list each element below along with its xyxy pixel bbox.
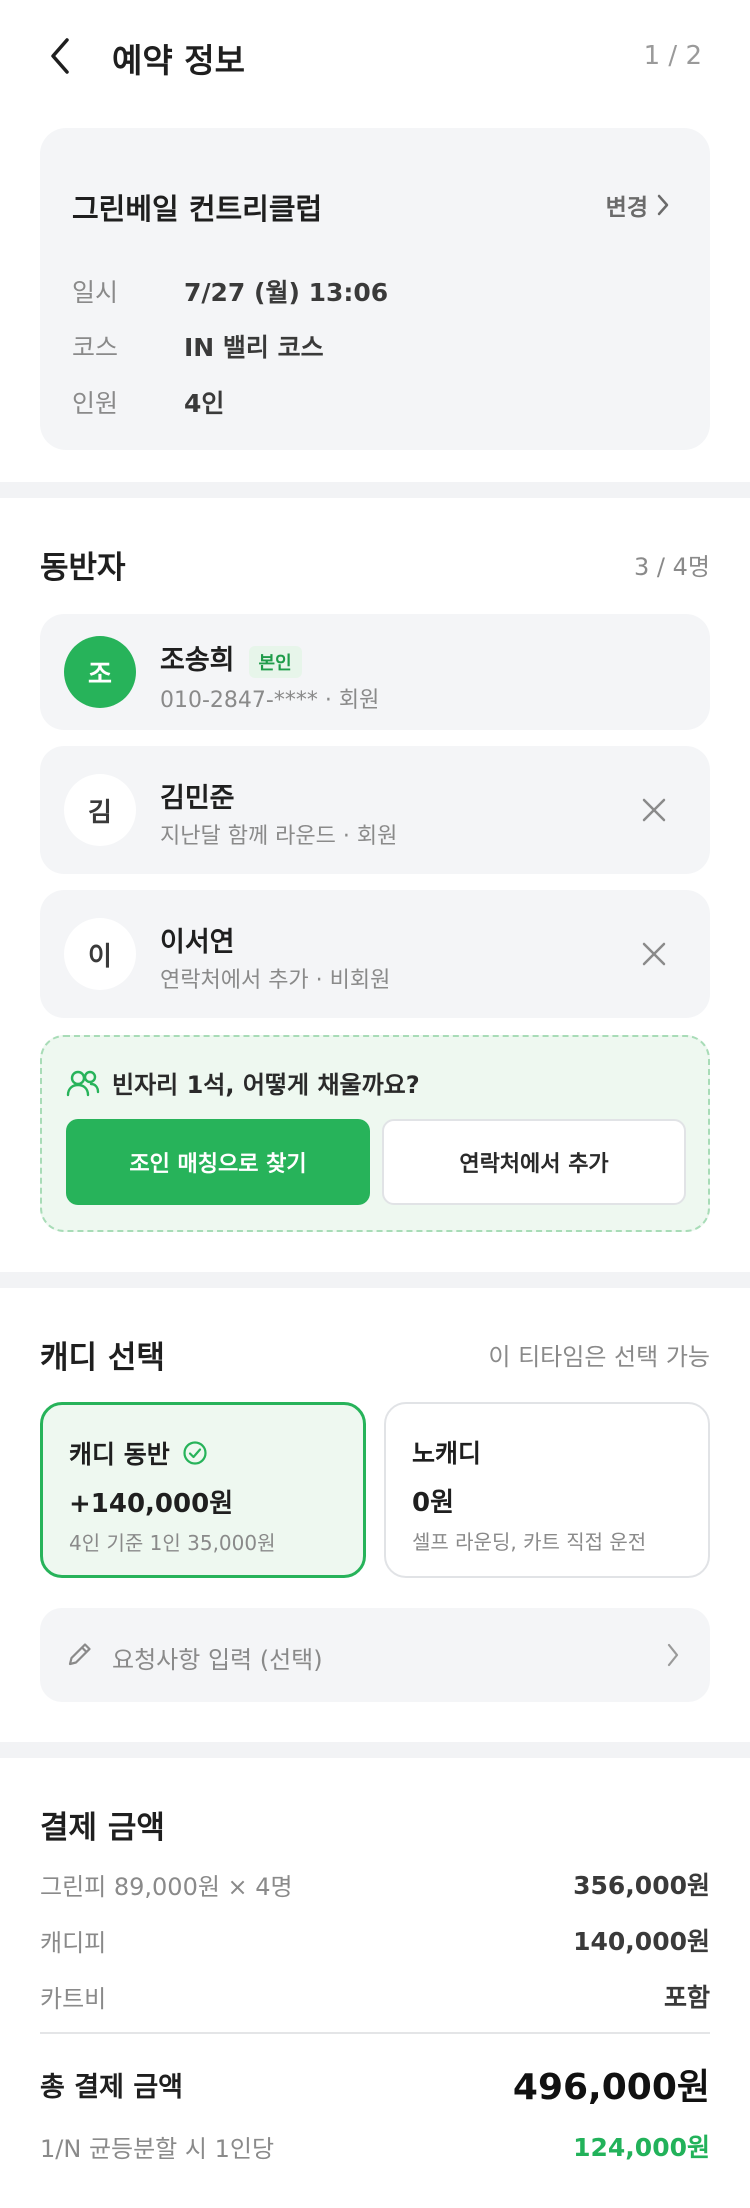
step-indicator: 1 / 2 <box>643 41 702 71</box>
caddie-option-with[interactable]: 캐디 동반 +140,000원 4인 기준 1인 35,000원 <box>40 1402 366 1578</box>
payment-per-person-row: 1/N 균등분할 시 1인당 124,000원 <box>40 2128 710 2164</box>
payment-value: 140,000원 <box>573 1927 710 1956</box>
chevron-right-icon <box>657 194 669 216</box>
option-price: 0원 <box>412 1488 455 1518</box>
info-value: 4인 <box>184 389 225 418</box>
reservation-card: 그린베일 컨트리클럽 변경 일시 7/27 (월) 13:06 코스 IN 밸리… <box>40 128 710 450</box>
avatar: 이 <box>64 918 136 990</box>
add-from-contacts-button[interactable]: 연락처에서 추가 <box>382 1119 686 1205</box>
chevron-left-icon <box>51 38 69 74</box>
payment-title: 결제 금액 <box>40 1810 165 1846</box>
info-label: 코스 <box>72 333 119 362</box>
back-button[interactable] <box>40 36 80 76</box>
payment-total-row: 총 결제 금액 496,000원 <box>40 2058 710 2110</box>
payment-value: 356,000원 <box>573 1871 710 1900</box>
close-icon[interactable] <box>638 938 670 970</box>
per-person-value: 124,000원 <box>573 2133 710 2162</box>
check-circle-icon <box>183 1441 207 1465</box>
section-divider <box>0 482 750 498</box>
caddie-note: 이 티타임은 선택 가능 <box>488 1343 710 1371</box>
payment-label: 캐디피 <box>40 1928 107 1957</box>
request-placeholder: 요청사항 입력 (선택) <box>112 1646 323 1674</box>
companion-name-row: 조송희 본인 <box>160 638 302 678</box>
per-person-label: 1/N 균등분할 시 1인당 <box>40 2134 275 2163</box>
caddie-option-none[interactable]: 노캐디 0원 셀프 라운딩, 카트 직접 운전 <box>384 1402 710 1578</box>
page-title: 예약 정보 <box>112 41 245 80</box>
info-row-people: 인원 4인 <box>72 384 224 420</box>
option-name-row: 캐디 동반 <box>69 1435 208 1471</box>
companions-count: 3 / 4명 <box>634 553 710 581</box>
pencil-icon <box>68 1643 91 1666</box>
companion-sub: 010-2847-**** · 회원 <box>160 688 380 713</box>
join-matching-button[interactable]: 조인 매칭으로 찾기 <box>66 1119 370 1205</box>
change-button[interactable]: 변경 <box>606 188 670 222</box>
chevron-right-icon <box>667 1643 679 1667</box>
companion-name: 조송희 <box>160 645 235 676</box>
companion-name: 김민준 <box>160 783 235 814</box>
top-bar: 예약 정보 1 / 2 <box>0 0 750 110</box>
companion-sub: 연락처에서 추가 · 비회원 <box>160 968 391 993</box>
companion-sub: 지난달 함께 라운드 · 회원 <box>160 824 398 849</box>
payment-row-greenfee: 그린피 89,000원 × 4명 356,000원 <box>40 1866 710 1902</box>
empty-seat-text: 빈자리 1석, 어떻게 채울까요? <box>112 1071 420 1099</box>
change-label: 변경 <box>605 195 648 221</box>
info-label: 일시 <box>72 278 119 307</box>
avatar: 조 <box>64 636 136 708</box>
info-label: 인원 <box>72 389 119 418</box>
option-desc: 셀프 라운딩, 카트 직접 운전 <box>412 1530 647 1554</box>
payment-label: 그린피 89,000원 × 4명 <box>40 1872 293 1901</box>
section-divider <box>0 1272 750 1288</box>
option-desc: 4인 기준 1인 35,000원 <box>69 1531 276 1555</box>
section-divider <box>0 1742 750 1758</box>
payment-divider <box>40 2032 710 2034</box>
payment-label: 카트비 <box>40 1984 107 2013</box>
caddie-title: 캐디 선택 <box>40 1340 165 1376</box>
info-row-course: 코스 IN 밸리 코스 <box>72 328 324 364</box>
info-value: 7/27 (월) 13:06 <box>184 278 389 307</box>
payment-value: 포함 <box>663 1983 710 2012</box>
self-badge: 본인 <box>248 645 302 678</box>
total-value: 496,000원 <box>512 2067 710 2108</box>
option-price: +140,000원 <box>69 1489 234 1519</box>
companions-title: 동반자 <box>40 550 126 586</box>
option-name: 캐디 동반 <box>69 1440 170 1469</box>
option-name: 노캐디 <box>412 1439 482 1468</box>
empty-seat-panel: 빈자리 1석, 어떻게 채울까요? 조인 매칭으로 찾기 연락처에서 추가 <box>40 1035 710 1232</box>
payment-row-caddiefee: 캐디피 140,000원 <box>40 1922 710 1958</box>
info-value: IN 밸리 코스 <box>184 333 324 362</box>
info-row-date: 일시 7/27 (월) 13:06 <box>72 273 388 309</box>
total-label: 총 결제 금액 <box>40 2071 183 2103</box>
companion-item: 김 김민준 지난달 함께 라운드 · 회원 <box>40 746 710 874</box>
avatar: 김 <box>64 774 136 846</box>
companion-name: 이서연 <box>160 927 235 958</box>
close-icon[interactable] <box>638 794 670 826</box>
request-input[interactable]: 요청사항 입력 (선택) <box>40 1608 710 1702</box>
empty-seat-header: 빈자리 1석, 어떻게 채울까요? <box>66 1065 420 1100</box>
club-name: 그린베일 컨트리클럽 <box>72 192 323 226</box>
companion-item: 이 이서연 연락처에서 추가 · 비회원 <box>40 890 710 1018</box>
companion-item: 조 조송희 본인 010-2847-**** · 회원 <box>40 614 710 730</box>
payment-row-cartfee: 카트비 포함 <box>40 1978 710 2014</box>
users-icon <box>66 1070 100 1096</box>
